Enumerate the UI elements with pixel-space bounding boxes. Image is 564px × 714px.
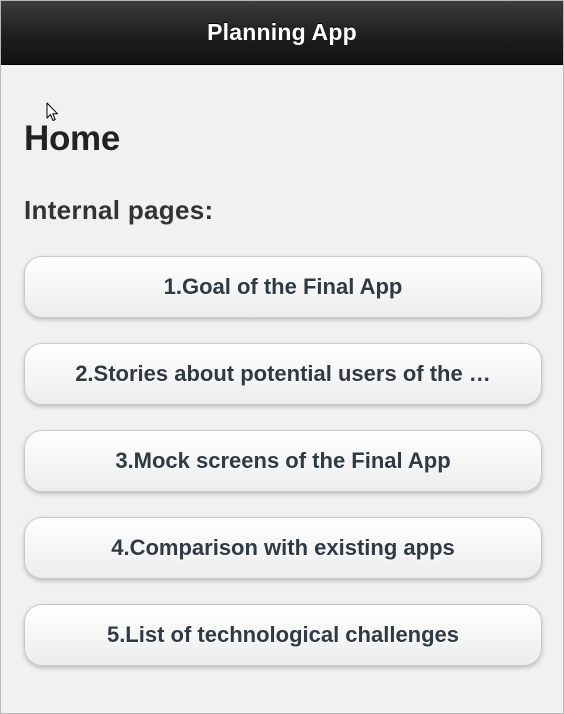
nav-button-label: 3.Mock screens of the Final App [115, 448, 451, 473]
nav-button-label: 1.Goal of the Final App [163, 274, 403, 299]
nav-button-label: 4.Comparison with existing apps [111, 535, 455, 560]
nav-button-goal[interactable]: 1.Goal of the Final App [24, 256, 542, 318]
app-title: Planning App [207, 19, 357, 45]
section-title: Internal pages: [24, 195, 214, 225]
app-window: Planning App Home Internal pages: 1.Goal… [0, 0, 564, 714]
internal-pages-list: 1.Goal of the Final App 2.Stories about … [24, 256, 542, 691]
nav-button-label: 5.List of technological challenges [106, 622, 460, 647]
app-header: Planning App [1, 1, 563, 65]
nav-button-comparison[interactable]: 4.Comparison with existing apps [24, 517, 542, 579]
nav-button-challenges[interactable]: 5.List of technological challenges [24, 604, 542, 666]
nav-button-label: 2.Stories about potential users of the … [75, 361, 491, 386]
nav-button-stories[interactable]: 2.Stories about potential users of the … [24, 343, 542, 405]
page-title: Home [24, 119, 121, 158]
nav-button-mock-screens[interactable]: 3.Mock screens of the Final App [24, 430, 542, 492]
